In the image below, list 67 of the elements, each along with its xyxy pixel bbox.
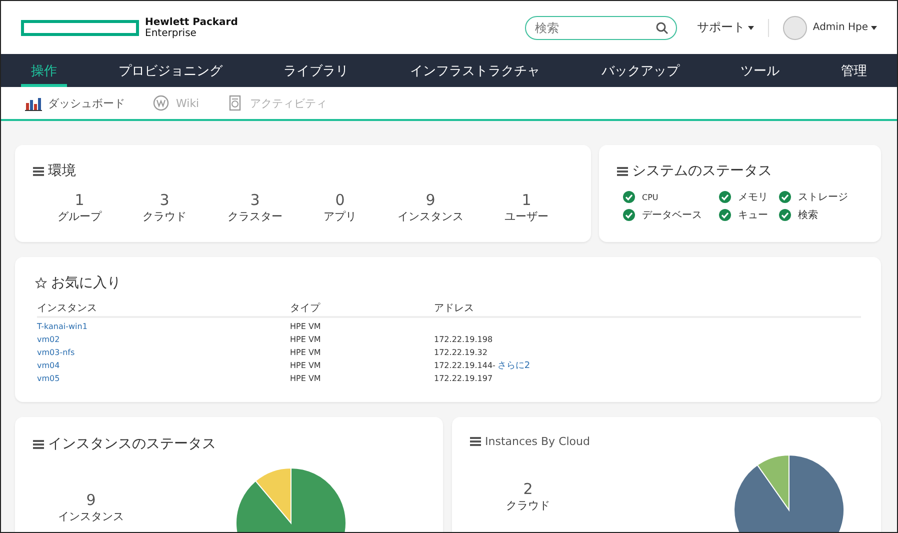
search-field[interactable]: 検索 bbox=[524, 16, 677, 40]
count-label: インスタンス bbox=[58, 509, 124, 524]
subnav-tab[interactable]: ダッシュボード bbox=[25, 95, 125, 111]
avatar-icon bbox=[782, 16, 807, 40]
card-title: お気に入り bbox=[51, 274, 121, 292]
table-cell: 172.22.19.198 bbox=[434, 335, 493, 344]
count-value: 2 bbox=[523, 481, 533, 498]
status-label: データベース bbox=[642, 209, 702, 222]
instance-link[interactable]: T-kanai-win1 bbox=[37, 322, 290, 331]
list-icon bbox=[33, 438, 44, 450]
support-menu[interactable]: サポート bbox=[696, 19, 754, 36]
nav-tab[interactable]: ライブラリ bbox=[274, 54, 359, 87]
w-circle-icon bbox=[153, 95, 170, 111]
column-header: タイプ bbox=[290, 302, 322, 314]
logo-icon bbox=[21, 20, 139, 36]
card-title: Instances By Cloud bbox=[485, 435, 590, 448]
status-label: キュー bbox=[738, 209, 768, 222]
stat-value: 1 bbox=[522, 192, 532, 209]
column-header: アドレス bbox=[434, 302, 475, 314]
stat-value: 1 bbox=[74, 192, 84, 209]
instance-link[interactable]: vm04 bbox=[37, 361, 290, 370]
nav-tab[interactable]: バックアップ bbox=[591, 54, 690, 87]
stat-label: クラウド bbox=[142, 209, 186, 224]
more-link[interactable]: さらに2 bbox=[497, 361, 530, 371]
logo-text: Hewlett Packard bbox=[145, 16, 238, 28]
table-cell-text: HPE VM bbox=[290, 322, 322, 331]
table-cell-text: HPE VM bbox=[290, 335, 322, 344]
search-icon bbox=[656, 22, 668, 34]
card-title: システムのステータス bbox=[632, 162, 772, 180]
card-title: 環境 bbox=[48, 162, 76, 180]
stat-label: インスタンス bbox=[398, 209, 464, 224]
status-label: ストレージ bbox=[798, 191, 848, 204]
count-label: クラウド bbox=[506, 498, 550, 513]
stat-label: ユーザー bbox=[504, 209, 548, 224]
list-icon bbox=[617, 166, 628, 176]
stat-value: 3 bbox=[250, 192, 260, 209]
stat-value: 0 bbox=[335, 192, 345, 209]
instance-link[interactable]: vm05 bbox=[37, 374, 290, 383]
instance-link[interactable]: vm02 bbox=[37, 335, 290, 344]
table-cell-text: HPE VM bbox=[290, 348, 322, 357]
column-header: インスタンス bbox=[37, 302, 98, 314]
instance-link[interactable]: vm03-nfs bbox=[37, 348, 290, 357]
logo-text: Enterprise bbox=[145, 28, 198, 38]
list-icon bbox=[470, 436, 481, 447]
nav-tab[interactable]: プロビジョニング bbox=[108, 54, 232, 87]
table-cell-text: HPE VM bbox=[290, 374, 322, 383]
status-label: 検索 bbox=[798, 208, 818, 222]
nav-tab[interactable]: 管理 bbox=[830, 54, 877, 87]
stat-value: 9 bbox=[426, 192, 436, 209]
table-cell-text: HPE VM bbox=[290, 361, 322, 370]
star-icon bbox=[35, 277, 47, 289]
table-cell: 172.22.19.32 bbox=[434, 348, 488, 357]
user-menu[interactable]: Admin Hpe bbox=[812, 22, 877, 33]
stat-label: アプリ bbox=[324, 209, 356, 224]
card-title: インスタンスのステータス bbox=[48, 435, 216, 453]
nav-tab[interactable]: ツール bbox=[730, 54, 790, 87]
bar-chart-icon bbox=[25, 95, 42, 111]
status-label: メモリ bbox=[738, 191, 768, 204]
stat-label: グループ bbox=[58, 209, 102, 224]
nav-tab[interactable]: インフラストラクチャ bbox=[400, 54, 550, 87]
table-cell: 172.22.19.144- bbox=[434, 361, 496, 370]
list-icon bbox=[33, 166, 44, 176]
count-value: 9 bbox=[86, 492, 96, 509]
status-label: CPU bbox=[642, 192, 658, 202]
stat-value: 3 bbox=[160, 192, 170, 209]
table-cell: 172.22.19.197 bbox=[434, 374, 493, 383]
stat-label: クラスター bbox=[228, 209, 282, 224]
